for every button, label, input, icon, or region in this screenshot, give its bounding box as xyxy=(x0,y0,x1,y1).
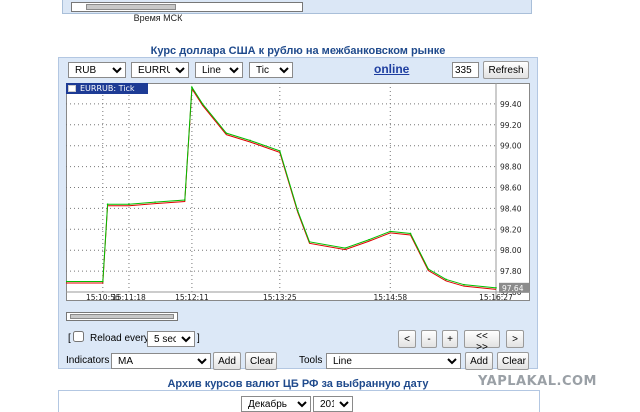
x-tick-label: 15:16:27 xyxy=(479,293,513,301)
series-point xyxy=(249,139,251,142)
scrollbar-thumb[interactable] xyxy=(86,4,176,10)
series-point xyxy=(409,232,412,235)
show-all-button[interactable]: << >> xyxy=(464,330,500,353)
series-point xyxy=(495,287,497,289)
indicator-add-button[interactable]: Add xyxy=(213,352,241,370)
zoom-in-button[interactable]: + xyxy=(442,330,458,348)
tools-label: Tools xyxy=(299,355,323,366)
reload-bracket-close: ] xyxy=(197,333,200,344)
watermark: YAPLAKAL.COM xyxy=(478,374,597,389)
series-point xyxy=(128,203,130,206)
series-point xyxy=(296,209,299,212)
y-tick-label: 98.80 xyxy=(500,163,522,172)
x-tick-label: 15:14:58 xyxy=(373,293,407,301)
online-link[interactable]: online xyxy=(374,62,409,76)
series-point xyxy=(389,230,392,233)
series-tag: EURRUB: Tick xyxy=(66,83,148,94)
series-point xyxy=(427,268,430,270)
next-button[interactable]: > xyxy=(506,330,524,348)
reload-checkbox[interactable] xyxy=(73,331,84,342)
series-point xyxy=(201,103,204,105)
reload-interval-select[interactable]: 5 sec xyxy=(147,331,195,347)
x-tick-label: 15:12:11 xyxy=(175,293,209,301)
x-tick-label: 15:13:25 xyxy=(263,293,297,301)
previous-chart-footer xyxy=(62,0,532,14)
archive-month-select[interactable]: Декабрь xyxy=(241,396,311,412)
series-point xyxy=(102,280,104,283)
y-tick-labels: 97.6097.8098.0098.2098.4098.6098.8099.00… xyxy=(500,100,522,297)
vertical-gridlines xyxy=(102,83,497,292)
current-value-label: 97.64 xyxy=(502,284,524,293)
y-tick-label: 99.40 xyxy=(500,100,522,109)
series-point xyxy=(279,150,281,152)
reload-bracket-open: [ xyxy=(68,333,71,344)
period-select[interactable]: Tic xyxy=(249,62,293,78)
y-tick-label: 97.80 xyxy=(500,267,522,276)
y-tick-label: 98.00 xyxy=(500,246,522,255)
indicators-label: Indicators xyxy=(66,355,110,366)
series-point xyxy=(308,241,311,243)
series-point xyxy=(183,199,186,201)
tool-add-button[interactable]: Add xyxy=(465,352,493,370)
indicators-select[interactable]: MA xyxy=(111,353,211,369)
y-tick-label: 98.20 xyxy=(500,225,522,234)
indicator-clear-button[interactable]: Clear xyxy=(245,352,277,370)
series-point xyxy=(368,238,370,241)
y-tick-label: 99.20 xyxy=(500,121,522,130)
series-shadow-line xyxy=(66,87,497,290)
first-button[interactable]: < xyxy=(398,330,416,348)
currency-select[interactable]: RUB xyxy=(68,62,126,78)
series-point xyxy=(66,280,67,283)
refresh-button[interactable]: Refresh xyxy=(483,61,529,79)
scrollbar-thumb[interactable] xyxy=(70,314,174,319)
series-point xyxy=(225,132,228,134)
series-point xyxy=(463,283,465,286)
y-tick-label: 98.40 xyxy=(500,204,522,213)
series-point xyxy=(154,201,156,203)
series-point xyxy=(106,203,109,206)
series-point xyxy=(445,278,447,281)
time-zone-label: Время МСК xyxy=(133,13,183,23)
time-scrollbar[interactable] xyxy=(71,2,303,12)
reload-label: Reload every xyxy=(90,333,149,344)
y-tick-label: 99.00 xyxy=(500,142,522,151)
archive-year-select[interactable]: 2014 xyxy=(313,396,353,412)
series-point xyxy=(344,247,346,249)
tools-select[interactable]: Line xyxy=(326,353,461,369)
x-tick-label: 15:11:18 xyxy=(112,293,146,301)
series-tag-checkbox[interactable] xyxy=(68,85,76,92)
chart-type-select[interactable]: Line xyxy=(195,62,243,78)
zoom-out-button[interactable]: - xyxy=(421,330,437,348)
chart-scrollbar[interactable] xyxy=(66,312,178,321)
pair-select[interactable]: EURRUB xyxy=(131,62,189,78)
y-tick-label: 98.60 xyxy=(500,184,522,193)
horizontal-gridlines xyxy=(66,103,496,293)
tool-clear-button[interactable]: Clear xyxy=(497,352,529,370)
series-point xyxy=(191,86,193,88)
tick-count-input[interactable] xyxy=(452,62,479,78)
price-chart: 97.6097.8098.0098.2098.4098.6098.8099.00… xyxy=(66,83,530,301)
x-tick-labels: 15:10:5615:11:18 15:12:11 15:13:25 15:14:58… xyxy=(86,293,513,301)
page-title: Курс доллара США к рублю на межбанковско… xyxy=(150,45,446,57)
